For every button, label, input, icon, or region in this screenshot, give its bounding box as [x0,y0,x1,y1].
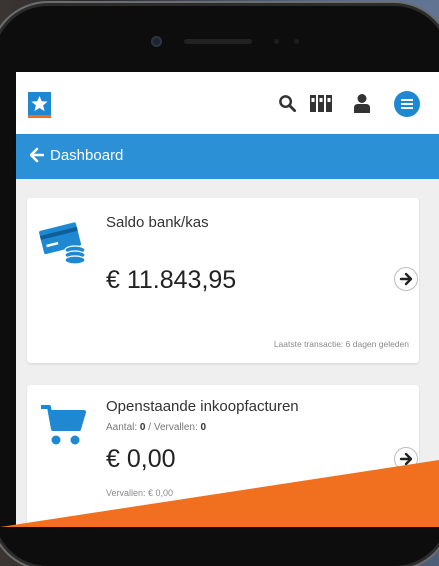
logo-accent-bar [28,115,51,118]
open-invoices-button[interactable] [394,447,418,471]
card-title: Saldo bank/kas [106,214,209,231]
menu-button[interactable] [394,91,420,117]
open-bank-details-button[interactable] [394,267,418,291]
menu-line [401,99,413,101]
bank-balance-amount: € 11.843,95 [106,266,237,294]
app-header [16,72,439,135]
light-sensor [294,39,299,44]
back-nav-label[interactable]: Dashboard [50,147,123,164]
bank-balance-card[interactable]: Saldo bank/kas € 11.843,95 Laatste trans… [27,198,419,363]
back-arrow-icon[interactable] [29,147,45,168]
count-separator: / [145,422,154,433]
open-purchase-invoices-card[interactable]: Openstaande inkoopfacturen Aantal: 0 / V… [27,385,419,527]
proximity-sensor [274,39,279,44]
menu-line [401,107,413,109]
user-icon[interactable] [353,93,371,118]
search-icon[interactable] [278,94,297,118]
invoice-counts: Aantal: 0 / Vervallen: 0 [106,422,206,433]
back-nav[interactable]: Dashboard [16,134,439,179]
overdue-label: Vervallen: [153,422,198,433]
count-label: Aantal: [106,422,138,433]
menu-line [401,103,413,105]
front-camera [151,36,162,47]
bank-card-coins-icon [39,220,87,271]
binders-icon[interactable] [310,95,332,117]
app-screen: Dashboard Saldo bank/kas € 11.843,95 Laa… [16,72,439,527]
card-title: Openstaande inkoopfacturen [106,398,299,415]
invoices-amount: € 0,00 [106,445,176,473]
overdue-amount-text: Vervallen: € 0,00 [106,488,174,498]
overdue-value: 0 [200,422,207,433]
star-logo-icon[interactable] [28,92,51,115]
earpiece-speaker [184,39,252,44]
last-transaction-text: Laatste transactie: 6 dagen geleden [273,339,409,349]
shopping-cart-icon [41,403,87,452]
